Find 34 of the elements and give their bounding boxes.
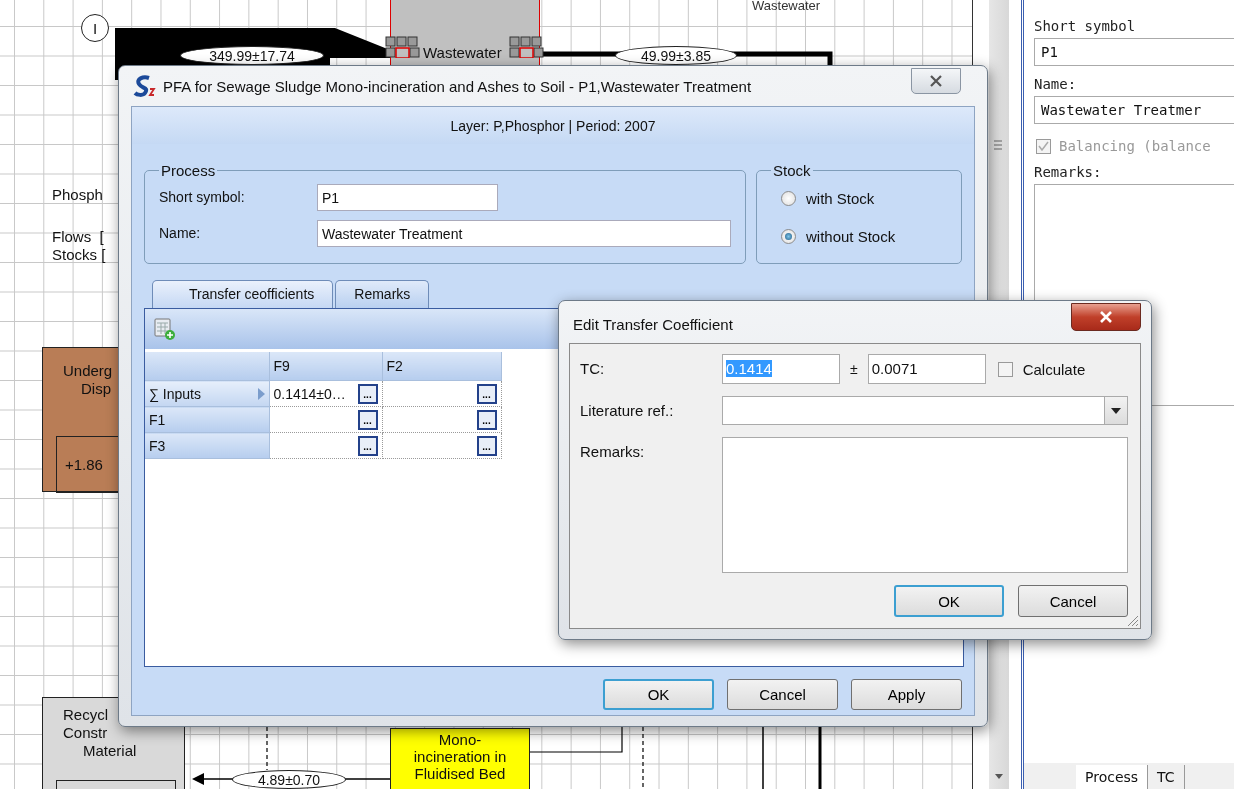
legend-text: Flows [ — [52, 228, 104, 246]
process-label: Disp — [80, 380, 112, 398]
field-label: Name: — [159, 225, 202, 241]
column-header: F2 — [382, 352, 501, 381]
legend-text: Phosph — [52, 186, 103, 204]
process-label: Constr — [63, 724, 109, 742]
field-label: Literature ref.: — [580, 401, 675, 421]
input-marker: I — [81, 14, 109, 42]
dialog-title: Edit Transfer Coefficient — [573, 315, 733, 333]
process-label: Fluidised Bed — [413, 765, 507, 782]
process-label: Material — [82, 742, 138, 760]
process-label: Mono- — [437, 731, 483, 748]
process-label: Wastewater — [752, 0, 821, 13]
process-label: Recycl — [63, 706, 109, 724]
checkbox-label: Balancing (balance — [1059, 138, 1211, 154]
group-title: Stock — [772, 162, 812, 179]
field-label: Short symbol: — [159, 189, 246, 205]
plus-minus-sign: ± — [850, 361, 858, 377]
process-label: Wastewater — [423, 44, 502, 62]
field-label: Short symbol — [1034, 18, 1137, 34]
radio-label: without Stock — [806, 227, 896, 245]
group-title: Process — [160, 162, 217, 179]
field-label: Name: — [1034, 76, 1078, 92]
field-label: TC: — [580, 359, 606, 379]
process-label: incineration in — [412, 748, 508, 765]
legend-text: Stocks [ — [52, 246, 106, 264]
radio-label: with Stock — [806, 189, 875, 207]
field-label: Remarks: — [1034, 164, 1103, 180]
stock-value: +1.86 — [65, 455, 103, 474]
dialog-title: PFA for Sewage Sludge Mono-incineration and Ashes to Soil - P1,Wastewater Treatment — [163, 77, 752, 95]
column-header: F9 — [269, 352, 382, 381]
process-label: Underg — [63, 362, 114, 380]
checkbox-label: Calculate — [1022, 360, 1086, 378]
field-label: Remarks: — [580, 442, 646, 462]
